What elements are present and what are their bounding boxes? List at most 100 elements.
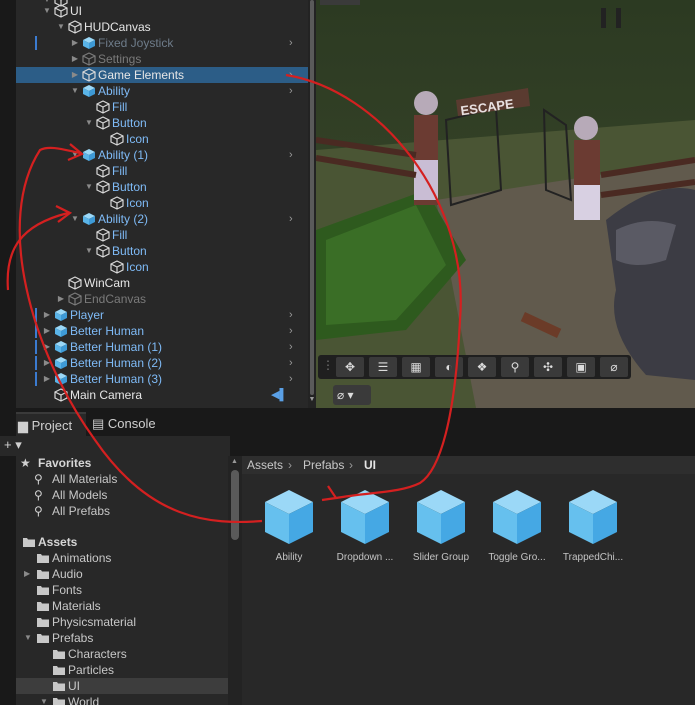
fold-closed-icon[interactable]: ▶ [24,566,34,582]
hierarchy-row[interactable]: Main Camera ◀▌ [16,387,308,403]
chevron-right-icon[interactable]: › [289,83,293,99]
hierarchy-row[interactable]: Fill [16,99,308,115]
favorites-item[interactable]: ⚲ All Prefabs [16,503,228,519]
chevron-right-icon[interactable]: › [289,147,293,163]
search-icon[interactable]: ⚲ [501,357,529,377]
hierarchy-row[interactable]: WinCam [16,275,308,291]
chevron-right-icon[interactable]: › [289,323,293,339]
breadcrumb-prefabs[interactable]: Prefabs [303,456,344,474]
hierarchy-row[interactable]: ▶ Better Human (1) › [16,339,308,355]
fold-closed-icon[interactable]: ▶ [70,67,80,83]
compass-icon[interactable]: ⌀ [600,357,628,377]
fold-open-icon[interactable]: ▼ [56,19,66,35]
hierarchy-row[interactable]: ▶ Better Human › [16,323,308,339]
hierarchy-row[interactable]: ▼ HUDCanvas [16,19,308,35]
chevron-right-icon[interactable]: › [289,371,293,387]
toolbar-handle-icon[interactable]: ⋮ [322,358,334,372]
folder-item[interactable]: Materials [16,598,228,614]
folder-item[interactable]: Fonts [16,582,228,598]
gizmo-icon[interactable]: ❖ [468,357,496,377]
prefab-asset[interactable]: TrappedChi... [558,488,628,568]
folder-item[interactable]: Animations [16,550,228,566]
hierarchy-row[interactable]: ▶ Fixed Joystick › [16,35,308,51]
fold-closed-icon[interactable]: ▶ [42,355,52,371]
fold-open-icon[interactable]: ▼ [70,83,80,99]
chevron-right-icon[interactable]: › [289,307,293,323]
hierarchy-row[interactable]: ▼ Button [16,179,308,195]
breadcrumb-assets[interactable]: Assets [247,456,283,474]
hierarchy-row[interactable]: ▼ Button [16,243,308,259]
fold-open-icon[interactable]: ▼ [70,147,80,163]
fold-closed-icon[interactable]: ▶ [42,307,52,323]
folder-item[interactable]: ▶ Audio [16,566,228,582]
fold-open-icon[interactable]: ▼ [84,179,94,195]
fold-open-icon[interactable]: ▼ [40,694,50,705]
fold-open-icon[interactable]: ▼ [42,3,52,19]
camera-icon[interactable]: ▣ [567,357,595,377]
folder-item[interactable]: Characters [16,646,228,662]
fold-closed-icon[interactable]: ▶ [42,371,52,387]
camera-icon[interactable]: ◀▌ [271,387,287,403]
fold-closed-icon[interactable]: ▶ [56,291,66,307]
hierarchy-row[interactable]: ▶ Settings [16,51,308,67]
fold-closed-icon[interactable]: ▶ [70,35,80,51]
hierarchy-row[interactable]: ▶ Player › [16,307,308,323]
favorites-item[interactable]: ⚲ All Models [16,487,228,503]
move-tool-icon[interactable]: ✥ [336,357,364,377]
chevron-right-icon[interactable]: › [289,355,293,371]
prefab-asset[interactable]: Dropdown ... [330,488,400,568]
hierarchy-row[interactable]: Fill [16,227,308,243]
hierarchy-row[interactable]: ▶ Better Human (3) › [16,371,308,387]
hierarchy-row[interactable]: ▶ Game Elements › [16,67,308,83]
fold-open-icon[interactable]: ▼ [84,115,94,131]
create-asset-button[interactable]: + ▾ [4,436,34,454]
rect-align-icon[interactable]: ☰ [369,357,397,377]
fold-open-icon[interactable]: ▼ [84,243,94,259]
chevron-right-icon[interactable]: › [289,67,293,83]
favorites-header[interactable]: ★ Favorites [16,456,228,471]
fold-closed-icon[interactable]: ▶ [42,323,52,339]
hierarchy-row[interactable]: ▼ Ability (2) › [16,211,308,227]
scroll-down-arrow-icon[interactable]: ▼ [308,396,316,403]
chevron-right-icon[interactable]: › [289,211,293,227]
tab-project[interactable]: ▆ Project [16,412,86,436]
fold-closed-icon[interactable]: ▶ [70,51,80,67]
project-tree-scrollbar[interactable]: ▲ [228,456,242,705]
fold-open-icon[interactable]: ▼ [70,211,80,227]
hierarchy-row[interactable]: ▶ Better Human (2) › [16,355,308,371]
fold-open-icon[interactable]: ▼ [24,630,34,646]
folder-item[interactable]: ▼ World [16,694,228,705]
shading-icon[interactable]: ◐ [435,357,463,377]
hierarchy-row[interactable]: Icon [16,259,308,275]
pivot-icon[interactable]: ✣ [534,357,562,377]
hierarchy-row[interactable]: ▼ UI [16,3,308,19]
folder-item[interactable]: Physicsmaterial [16,614,228,630]
chevron-right-icon[interactable]: › [289,35,293,51]
scrollbar-thumb[interactable] [231,470,239,540]
prefab-asset[interactable]: Ability [254,488,324,568]
breadcrumb-ui[interactable]: UI [364,456,376,474]
scrollbar-thumb[interactable] [310,0,314,395]
fold-closed-icon[interactable]: ▶ [42,339,52,355]
hierarchy-row[interactable]: Fill [16,163,308,179]
hierarchy-row[interactable]: ▼ Ability › [16,83,308,99]
hierarchy-row[interactable]: ▼ Ability (1) › [16,147,308,163]
folder-item[interactable]: UI [16,678,228,694]
grid-snap-icon[interactable]: ▦ [402,357,430,377]
scroll-up-arrow-icon[interactable]: ▲ [231,458,238,465]
hierarchy-row[interactable]: Icon [16,195,308,211]
chevron-right-icon[interactable]: › [289,339,293,355]
hierarchy-row[interactable]: ▼ Button [16,115,308,131]
scene-view[interactable]: ESCAPE [316,0,695,408]
assets-header[interactable]: Assets [16,534,228,550]
tab-console[interactable]: ▤ Console [86,412,166,436]
folder-item[interactable]: Particles [16,662,228,678]
folder-item[interactable]: ▼ Prefabs [16,630,228,646]
hierarchy-row[interactable]: ▶ EndCanvas [16,291,308,307]
gizmo-toggle-button[interactable]: ⌀ ▾ [333,385,371,405]
favorites-item[interactable]: ⚲ All Materials [16,471,228,487]
hierarchy-row[interactable]: Icon [16,131,308,147]
hierarchy-scrollbar[interactable]: ▼ [308,0,316,408]
prefab-asset[interactable]: Slider Group [406,488,476,568]
prefab-asset[interactable]: Toggle Gro... [482,488,552,568]
